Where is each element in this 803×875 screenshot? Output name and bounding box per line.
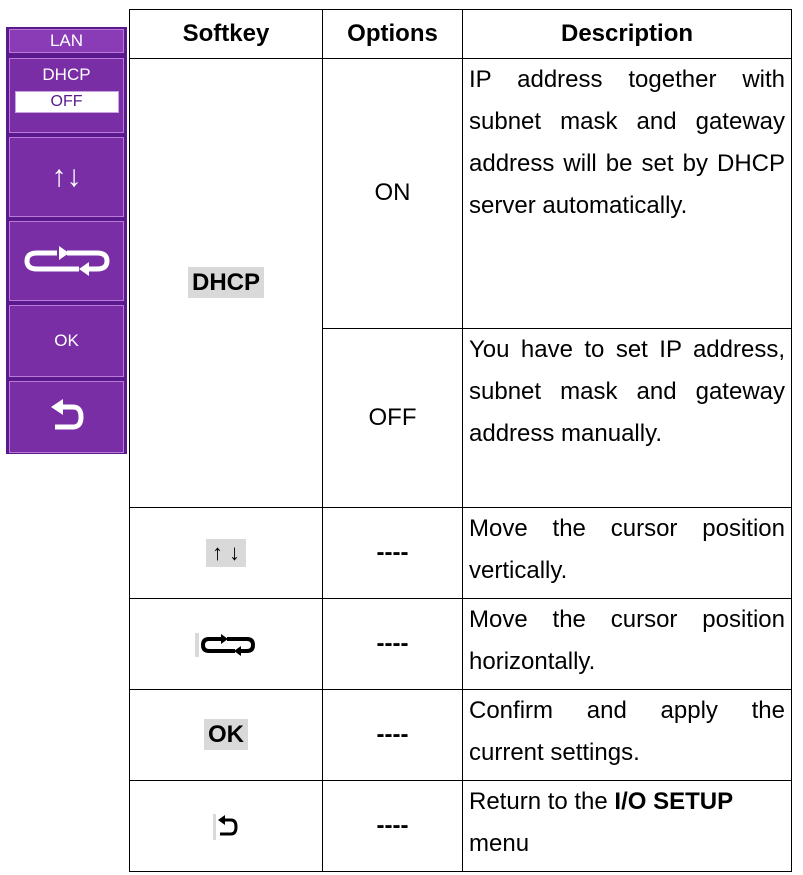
up-down-softkey[interactable]: ↑↓ (9, 137, 124, 217)
up-down-arrows-icon: ↑ ↓ (205, 539, 247, 568)
table-row: ↑ ↓ ---- Move the cursor position vertic… (129, 507, 792, 600)
ok-softkey-cell: OK (129, 689, 323, 782)
dhcp-softkey-value: OFF (14, 91, 119, 113)
leftright-description: Move the cursor position horizontally. (462, 598, 792, 691)
cycle-arrows-icon (195, 632, 256, 657)
dhcp-softkey-cell: DHCP (129, 58, 323, 509)
updown-option: ---- (322, 507, 463, 600)
ok-softkey[interactable]: OK (9, 305, 124, 377)
table-header-row: Softkey Options Description (129, 8, 792, 60)
dhcp-off-description: You have to set IP address, subnet mask … (462, 327, 792, 509)
updown-description: Move the cursor position vertically. (462, 507, 792, 600)
back-softkey-cell (129, 780, 323, 872)
back-option: ---- (322, 780, 463, 872)
left-right-softkey[interactable] (9, 221, 124, 301)
dhcp-on-description: IP address together with subnet mask and… (462, 58, 792, 329)
leftright-option: ---- (322, 598, 463, 691)
ok-description: Confirm and apply the current settings. (462, 689, 792, 782)
back-description-after: menu (469, 830, 530, 858)
dhcp-on-option: ON (322, 58, 463, 329)
dhcp-softkey[interactable]: DHCP OFF (9, 58, 124, 133)
up-down-arrows-icon: ↑↓ (51, 160, 82, 193)
io-setup-menu-name: I/O SETUP (614, 788, 734, 816)
header-softkey: Softkey (129, 8, 323, 60)
table-row: ---- Move the cursor position horizontal… (129, 598, 792, 691)
header-options: Options (322, 8, 463, 60)
cycle-arrows-icon (23, 246, 110, 276)
leftright-softkey-cell (129, 598, 323, 691)
ok-softkey-text: OK (204, 719, 248, 751)
return-softkey[interactable] (9, 381, 124, 453)
table-row: OK ---- Confirm and apply the current se… (129, 689, 792, 782)
return-arrow-icon (50, 399, 84, 430)
dhcp-softkey-text: DHCP (187, 267, 264, 299)
ok-softkey-label: OK (54, 331, 79, 350)
softkey-panel: LAN DHCP OFF ↑↓ OK (6, 27, 127, 454)
softkey-table: Softkey Options Description DHCP ON IP a… (129, 8, 792, 872)
updown-softkey-cell: ↑ ↓ (129, 507, 323, 600)
back-description-before: Return to the (469, 788, 615, 816)
ok-option: ---- (322, 689, 463, 782)
table-row: DHCP ON IP address together with subnet … (129, 58, 792, 509)
dhcp-softkey-label: DHCP (42, 65, 91, 84)
return-arrow-icon (213, 813, 238, 840)
lan-menu-title: LAN (9, 29, 124, 53)
lan-title-label: LAN (49, 31, 84, 50)
back-description: Return to the I/O SETUP menu (462, 780, 792, 872)
dhcp-off-option: OFF (322, 327, 463, 509)
header-description: Description (462, 8, 792, 60)
table-row: ---- Return to the I/O SETUP menu (129, 780, 792, 872)
